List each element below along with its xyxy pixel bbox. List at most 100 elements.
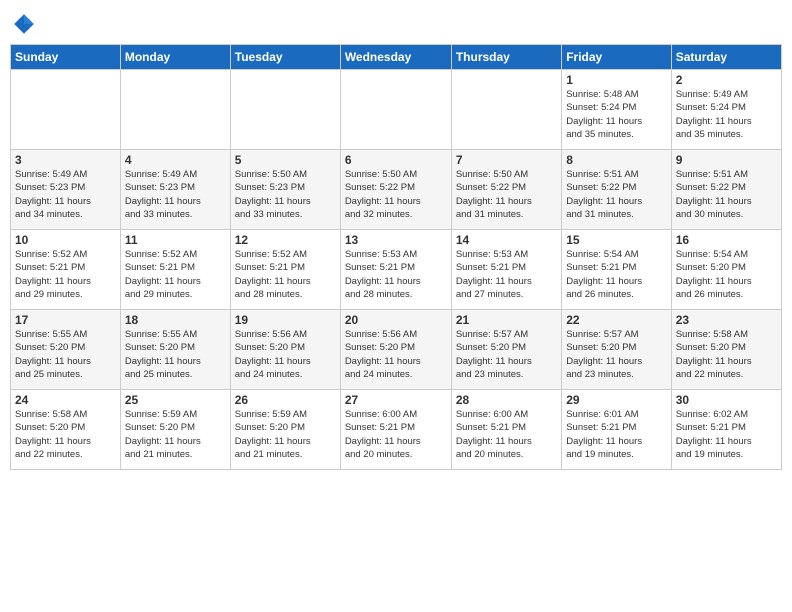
day-number: 12 <box>235 233 336 247</box>
day-number: 19 <box>235 313 336 327</box>
day-number: 11 <box>125 233 226 247</box>
weekday-tuesday: Tuesday <box>230 45 340 70</box>
day-info: Sunrise: 5:48 AM Sunset: 5:24 PM Dayligh… <box>566 88 666 141</box>
day-info: Sunrise: 5:53 AM Sunset: 5:21 PM Dayligh… <box>456 248 557 301</box>
calendar-week-5: 24Sunrise: 5:58 AM Sunset: 5:20 PM Dayli… <box>11 390 782 470</box>
day-info: Sunrise: 5:56 AM Sunset: 5:20 PM Dayligh… <box>235 328 336 381</box>
calendar-week-4: 17Sunrise: 5:55 AM Sunset: 5:20 PM Dayli… <box>11 310 782 390</box>
calendar-week-1: 1Sunrise: 5:48 AM Sunset: 5:24 PM Daylig… <box>11 70 782 150</box>
calendar-cell: 14Sunrise: 5:53 AM Sunset: 5:21 PM Dayli… <box>451 230 561 310</box>
day-number: 23 <box>676 313 777 327</box>
day-number: 3 <box>15 153 116 167</box>
day-info: Sunrise: 5:49 AM Sunset: 5:24 PM Dayligh… <box>676 88 777 141</box>
day-number: 20 <box>345 313 447 327</box>
calendar-cell: 22Sunrise: 5:57 AM Sunset: 5:20 PM Dayli… <box>562 310 671 390</box>
calendar-cell: 25Sunrise: 5:59 AM Sunset: 5:20 PM Dayli… <box>120 390 230 470</box>
calendar-cell <box>11 70 121 150</box>
logo-icon <box>10 10 38 38</box>
calendar-cell: 17Sunrise: 5:55 AM Sunset: 5:20 PM Dayli… <box>11 310 121 390</box>
calendar-cell: 7Sunrise: 5:50 AM Sunset: 5:22 PM Daylig… <box>451 150 561 230</box>
day-info: Sunrise: 5:58 AM Sunset: 5:20 PM Dayligh… <box>676 328 777 381</box>
day-number: 17 <box>15 313 116 327</box>
day-info: Sunrise: 5:54 AM Sunset: 5:21 PM Dayligh… <box>566 248 666 301</box>
weekday-friday: Friday <box>562 45 671 70</box>
day-info: Sunrise: 5:52 AM Sunset: 5:21 PM Dayligh… <box>15 248 116 301</box>
calendar-cell: 21Sunrise: 5:57 AM Sunset: 5:20 PM Dayli… <box>451 310 561 390</box>
day-info: Sunrise: 5:52 AM Sunset: 5:21 PM Dayligh… <box>125 248 226 301</box>
day-info: Sunrise: 6:02 AM Sunset: 5:21 PM Dayligh… <box>676 408 777 461</box>
day-info: Sunrise: 6:00 AM Sunset: 5:21 PM Dayligh… <box>456 408 557 461</box>
calendar-cell: 19Sunrise: 5:56 AM Sunset: 5:20 PM Dayli… <box>230 310 340 390</box>
day-number: 9 <box>676 153 777 167</box>
day-number: 16 <box>676 233 777 247</box>
calendar-cell: 27Sunrise: 6:00 AM Sunset: 5:21 PM Dayli… <box>340 390 451 470</box>
weekday-monday: Monday <box>120 45 230 70</box>
weekday-sunday: Sunday <box>11 45 121 70</box>
calendar-cell: 9Sunrise: 5:51 AM Sunset: 5:22 PM Daylig… <box>671 150 781 230</box>
day-info: Sunrise: 5:49 AM Sunset: 5:23 PM Dayligh… <box>15 168 116 221</box>
day-number: 28 <box>456 393 557 407</box>
weekday-wednesday: Wednesday <box>340 45 451 70</box>
calendar-cell: 12Sunrise: 5:52 AM Sunset: 5:21 PM Dayli… <box>230 230 340 310</box>
day-info: Sunrise: 5:58 AM Sunset: 5:20 PM Dayligh… <box>15 408 116 461</box>
day-number: 18 <box>125 313 226 327</box>
calendar-cell: 23Sunrise: 5:58 AM Sunset: 5:20 PM Dayli… <box>671 310 781 390</box>
day-info: Sunrise: 5:55 AM Sunset: 5:20 PM Dayligh… <box>15 328 116 381</box>
calendar-cell: 18Sunrise: 5:55 AM Sunset: 5:20 PM Dayli… <box>120 310 230 390</box>
calendar-cell: 1Sunrise: 5:48 AM Sunset: 5:24 PM Daylig… <box>562 70 671 150</box>
day-info: Sunrise: 5:51 AM Sunset: 5:22 PM Dayligh… <box>676 168 777 221</box>
day-info: Sunrise: 5:50 AM Sunset: 5:22 PM Dayligh… <box>456 168 557 221</box>
calendar-cell <box>451 70 561 150</box>
day-number: 29 <box>566 393 666 407</box>
day-info: Sunrise: 5:59 AM Sunset: 5:20 PM Dayligh… <box>235 408 336 461</box>
day-number: 8 <box>566 153 666 167</box>
calendar-cell: 11Sunrise: 5:52 AM Sunset: 5:21 PM Dayli… <box>120 230 230 310</box>
calendar-cell: 20Sunrise: 5:56 AM Sunset: 5:20 PM Dayli… <box>340 310 451 390</box>
calendar-week-2: 3Sunrise: 5:49 AM Sunset: 5:23 PM Daylig… <box>11 150 782 230</box>
page-header <box>10 10 782 38</box>
calendar-cell: 16Sunrise: 5:54 AM Sunset: 5:20 PM Dayli… <box>671 230 781 310</box>
calendar-cell: 4Sunrise: 5:49 AM Sunset: 5:23 PM Daylig… <box>120 150 230 230</box>
calendar-table: SundayMondayTuesdayWednesdayThursdayFrid… <box>10 44 782 470</box>
day-number: 13 <box>345 233 447 247</box>
day-number: 24 <box>15 393 116 407</box>
day-info: Sunrise: 5:57 AM Sunset: 5:20 PM Dayligh… <box>566 328 666 381</box>
day-number: 1 <box>566 73 666 87</box>
calendar-cell: 28Sunrise: 6:00 AM Sunset: 5:21 PM Dayli… <box>451 390 561 470</box>
day-info: Sunrise: 5:50 AM Sunset: 5:22 PM Dayligh… <box>345 168 447 221</box>
calendar-cell: 29Sunrise: 6:01 AM Sunset: 5:21 PM Dayli… <box>562 390 671 470</box>
logo <box>10 10 40 38</box>
calendar-cell: 10Sunrise: 5:52 AM Sunset: 5:21 PM Dayli… <box>11 230 121 310</box>
day-number: 4 <box>125 153 226 167</box>
day-number: 7 <box>456 153 557 167</box>
calendar-cell: 3Sunrise: 5:49 AM Sunset: 5:23 PM Daylig… <box>11 150 121 230</box>
day-number: 30 <box>676 393 777 407</box>
calendar-cell: 24Sunrise: 5:58 AM Sunset: 5:20 PM Dayli… <box>11 390 121 470</box>
calendar-cell: 15Sunrise: 5:54 AM Sunset: 5:21 PM Dayli… <box>562 230 671 310</box>
day-number: 2 <box>676 73 777 87</box>
calendar-cell: 26Sunrise: 5:59 AM Sunset: 5:20 PM Dayli… <box>230 390 340 470</box>
calendar-cell <box>120 70 230 150</box>
weekday-header-row: SundayMondayTuesdayWednesdayThursdayFrid… <box>11 45 782 70</box>
calendar-cell: 30Sunrise: 6:02 AM Sunset: 5:21 PM Dayli… <box>671 390 781 470</box>
calendar-cell: 6Sunrise: 5:50 AM Sunset: 5:22 PM Daylig… <box>340 150 451 230</box>
day-info: Sunrise: 5:54 AM Sunset: 5:20 PM Dayligh… <box>676 248 777 301</box>
calendar-cell: 2Sunrise: 5:49 AM Sunset: 5:24 PM Daylig… <box>671 70 781 150</box>
day-number: 14 <box>456 233 557 247</box>
calendar-cell <box>340 70 451 150</box>
day-number: 22 <box>566 313 666 327</box>
calendar-cell <box>230 70 340 150</box>
day-number: 27 <box>345 393 447 407</box>
day-info: Sunrise: 5:50 AM Sunset: 5:23 PM Dayligh… <box>235 168 336 221</box>
day-info: Sunrise: 5:52 AM Sunset: 5:21 PM Dayligh… <box>235 248 336 301</box>
day-number: 26 <box>235 393 336 407</box>
calendar-header: SundayMondayTuesdayWednesdayThursdayFrid… <box>11 45 782 70</box>
weekday-thursday: Thursday <box>451 45 561 70</box>
day-info: Sunrise: 5:56 AM Sunset: 5:20 PM Dayligh… <box>345 328 447 381</box>
weekday-saturday: Saturday <box>671 45 781 70</box>
day-info: Sunrise: 5:49 AM Sunset: 5:23 PM Dayligh… <box>125 168 226 221</box>
day-number: 6 <box>345 153 447 167</box>
day-info: Sunrise: 5:59 AM Sunset: 5:20 PM Dayligh… <box>125 408 226 461</box>
calendar-cell: 13Sunrise: 5:53 AM Sunset: 5:21 PM Dayli… <box>340 230 451 310</box>
day-info: Sunrise: 5:55 AM Sunset: 5:20 PM Dayligh… <box>125 328 226 381</box>
